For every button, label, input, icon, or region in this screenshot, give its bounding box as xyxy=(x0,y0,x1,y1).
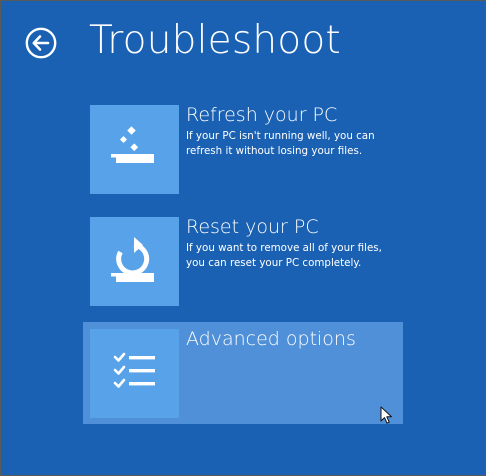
reset-pc-text: Reset your PC If you want to remove all … xyxy=(186,215,396,271)
checklist-icon xyxy=(113,352,155,388)
page-title: Troubleshoot xyxy=(89,18,341,63)
refresh-pc-icon xyxy=(111,126,154,163)
reset-pc-tile xyxy=(90,217,179,306)
option-title: Advanced options xyxy=(186,328,356,350)
reset-pc-icon xyxy=(111,237,154,282)
refresh-pc-option[interactable]: Refresh your PC If your PC isn't running… xyxy=(83,103,403,207)
option-description-line: you can reset your PC completely. xyxy=(186,257,362,269)
option-description-line: If your PC isn't running well, you can xyxy=(186,130,375,142)
back-button[interactable] xyxy=(25,27,57,59)
back-arrow-icon xyxy=(25,27,57,59)
option-description-line: refresh it without losing your files. xyxy=(186,145,363,157)
advanced-options-text: Advanced options xyxy=(186,327,396,351)
advanced-options-tile xyxy=(90,329,179,418)
reset-pc-option[interactable]: Reset your PC If you want to remove all … xyxy=(83,215,403,319)
option-description-line: If you want to remove all of your files, xyxy=(186,242,382,254)
option-title: Refresh your PC xyxy=(186,104,338,126)
refresh-pc-tile xyxy=(90,105,179,194)
option-description: If you want to remove all of your files,… xyxy=(186,241,396,271)
troubleshoot-screen: Troubleshoot Refresh your PC If your PC … xyxy=(1,1,485,475)
refresh-pc-text: Refresh your PC If your PC isn't running… xyxy=(186,103,396,159)
option-title: Reset your PC xyxy=(186,216,319,238)
option-description: If your PC isn't running well, you can r… xyxy=(186,129,396,159)
mouse-pointer-icon xyxy=(380,406,392,424)
advanced-options-option[interactable]: Advanced options xyxy=(83,322,403,424)
